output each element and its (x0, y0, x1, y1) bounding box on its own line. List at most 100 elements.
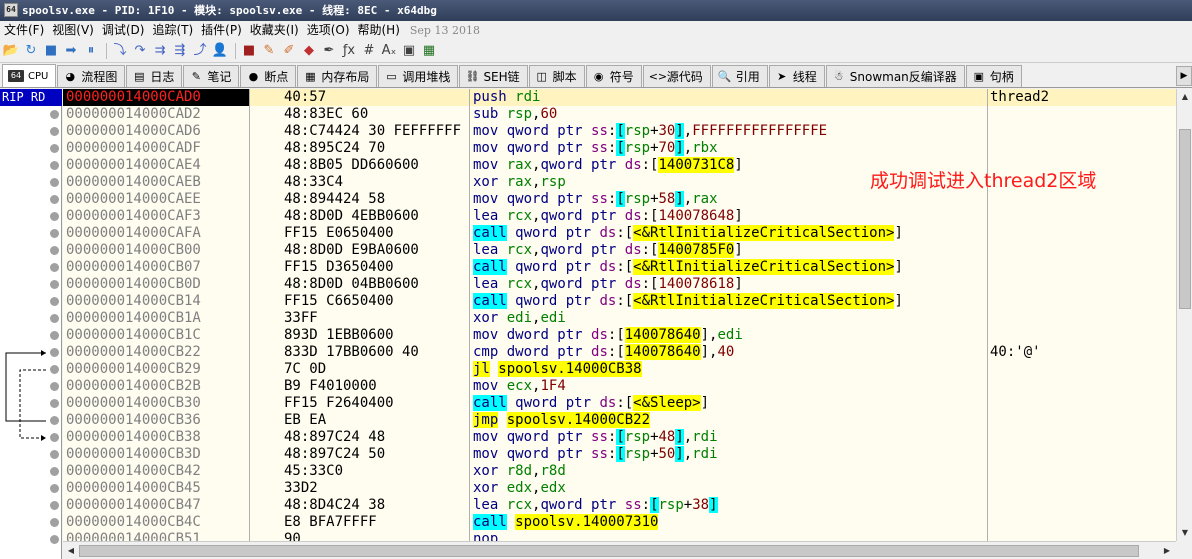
instruction-row[interactable]: 000000014000CB42 45:33C0 xor r8d,r8d (63, 463, 1176, 480)
tab-item[interactable]: ✎ 笔记 (183, 65, 240, 87)
bookmark-icon[interactable]: ◆ (300, 42, 318, 60)
scroll-up-arrow-icon[interactable]: ▲ (1178, 89, 1192, 104)
strings-icon[interactable]: # (360, 42, 378, 60)
globe-icon[interactable]: ▦ (420, 42, 438, 60)
menu-item[interactable]: 帮助(H) (354, 21, 404, 39)
breakpoint-toggle[interactable] (50, 348, 59, 357)
breakpoint-toggle[interactable] (50, 399, 59, 408)
instruction-row[interactable]: 000000014000CAD2 48:83EC 60 sub rsp,60 (63, 106, 1176, 123)
breakpoint-toggle[interactable] (50, 365, 59, 374)
instruction-row[interactable]: 000000014000CAD0 40:57 push rdi thread2 (63, 89, 1176, 106)
step-into-icon[interactable]: ⤵ (111, 42, 129, 60)
run-to-user-code-icon[interactable]: 👤 (211, 42, 229, 60)
label-icon[interactable]: ✐ (280, 42, 298, 60)
tab-item[interactable]: ◉ 符号 (585, 65, 642, 87)
vertical-scrollbar[interactable]: ▲ ▼ (1176, 89, 1192, 541)
instruction-row[interactable]: 000000014000CADF 48:895C24 70 mov qword pt… (63, 140, 1176, 157)
instruction-row[interactable]: 000000014000CB22 833D 17BB0600 40 cmp dwor… (63, 344, 1176, 361)
run-icon[interactable]: ➡ (62, 42, 80, 60)
instruction-row[interactable]: 000000014000CAD6 48:C74424 30 FEFFFFFF mov… (63, 123, 1176, 140)
tab-item[interactable]: 🔍 引用 (711, 65, 768, 87)
hash-icon[interactable]: ƒx (340, 42, 358, 60)
stop-icon[interactable]: ■ (42, 42, 60, 60)
breakpoint-toggle[interactable] (50, 127, 59, 136)
tab-item[interactable]: ☃ Snowman反编译器 (825, 65, 965, 87)
breakpoint-toggle[interactable] (50, 518, 59, 527)
breakpoint-toggle[interactable] (50, 382, 59, 391)
menu-item[interactable]: 调试(D) (98, 21, 149, 39)
scroll-down-arrow-icon[interactable]: ▼ (1178, 525, 1192, 540)
instruction-row[interactable]: 000000014000CAFA FF15 E0650400 call qword … (63, 225, 1176, 242)
instruction-row[interactable]: 000000014000CB38 48:897C24 48 mov qword pt… (63, 429, 1176, 446)
instruction-row[interactable]: 000000014000CB36 ˄EB EAjmp spoolsv.14000C… (63, 412, 1176, 429)
open-icon[interactable]: 📂 (2, 42, 20, 60)
tab-item[interactable]: ⛓ SEH链 (459, 65, 528, 87)
breakpoint-toggle[interactable] (50, 501, 59, 510)
script-icon[interactable]: ■ (240, 42, 258, 60)
instruction-row[interactable]: 000000014000CB00 48:8D0D E9BA0600 lea rcx,… (63, 242, 1176, 259)
tab-item[interactable]: ● 断点 (240, 65, 297, 87)
trace-over-icon[interactable]: ⇶ (171, 42, 189, 60)
breakpoint-toggle[interactable] (50, 467, 59, 476)
patch-icon[interactable]: Aₓ (380, 42, 398, 60)
step-over-icon[interactable]: ↷ (131, 42, 149, 60)
instruction-row[interactable]: 000000014000CB45 33D2 xor edx,edx (63, 480, 1176, 497)
breakpoint-toggle[interactable] (50, 229, 59, 238)
breakpoint-toggle[interactable] (50, 144, 59, 153)
execute-till-return-icon[interactable]: ⤴ (191, 42, 209, 60)
instruction-row[interactable]: 000000014000CB51 90 nop (63, 531, 1176, 541)
breakpoint-toggle[interactable] (50, 297, 59, 306)
tab-item[interactable]: ◫ 脚本 (528, 65, 585, 87)
instruction-row[interactable]: 000000014000CB14 FF15 C6650400 call qword … (63, 293, 1176, 310)
tab-item[interactable]: ▤ 日志 (126, 65, 183, 87)
instruction-row[interactable]: 000000014000CB1A 33FF xor edi,edi (63, 310, 1176, 327)
breakpoint-toggle[interactable] (50, 161, 59, 170)
menu-item[interactable]: 视图(V) (48, 21, 98, 39)
scroll-right-arrow-icon[interactable]: ▶ (1160, 544, 1174, 558)
breakpoint-toggle[interactable] (50, 212, 59, 221)
scroll-left-arrow-icon[interactable]: ◀ (64, 544, 78, 558)
comment-icon[interactable]: ✎ (260, 42, 278, 60)
instruction-row[interactable]: 000000014000CB1C 893D 1EBB0600 mov dword p… (63, 327, 1176, 344)
tab-item[interactable]: ▦ 内存布局 (297, 65, 378, 87)
breakpoint-toggle[interactable] (50, 195, 59, 204)
menu-item[interactable]: 收藏夹(I) (246, 21, 303, 39)
breakpoint-toggle[interactable] (50, 535, 59, 544)
instruction-row[interactable]: 000000014000CB4C E8 BFA7FFFF call spoolsv.… (63, 514, 1176, 531)
breakpoint-toggle[interactable] (50, 433, 59, 442)
instruction-row[interactable]: 000000014000CB47 48:8D4C24 38 lea rcx,qwor… (63, 497, 1176, 514)
instruction-row[interactable]: 000000014000CB2B B9 F4010000 mov ecx,1F4 (63, 378, 1176, 395)
horizontal-scrollbar[interactable]: ◀ ▶ (63, 541, 1176, 559)
tab-item[interactable]: ◕ 流程图 (57, 65, 126, 87)
instruction-row[interactable]: 000000014000CAEE 48:894424 58 mov qword pt… (63, 191, 1176, 208)
menu-item[interactable]: 文件(F) (0, 21, 48, 39)
tab-scroll-right-button[interactable]: ▶ (1176, 66, 1192, 86)
tab-item[interactable]: ▣ 句柄 (965, 65, 1022, 87)
instruction-row[interactable]: 000000014000CB29 ˅7C 0Djl spoolsv.14000CB… (63, 361, 1176, 378)
breakpoint-toggle[interactable] (50, 416, 59, 425)
breakpoint-toggle[interactable] (50, 314, 59, 323)
function-icon[interactable]: ✒ (320, 42, 338, 60)
horizontal-scroll-thumb[interactable] (79, 545, 1139, 557)
instruction-row[interactable]: 000000014000CB3D 48:897C24 50 mov qword pt… (63, 446, 1176, 463)
tab-item[interactable]: ▭ 调用堆栈 (378, 65, 459, 87)
breakpoint-toggle[interactable] (50, 331, 59, 340)
breakpoint-toggle[interactable] (50, 263, 59, 272)
instruction-row[interactable]: 000000014000CB07 FF15 D3650400 call qword … (63, 259, 1176, 276)
breakpoint-toggle[interactable] (50, 484, 59, 493)
tab-item[interactable]: ➤ 线程 (768, 65, 825, 87)
menu-item[interactable]: 选项(O) (303, 21, 354, 39)
trace-into-icon[interactable]: ⇉ (151, 42, 169, 60)
disassembly-view[interactable]: 000000014000CAD0 40:57 push rdi thread2 0000… (63, 89, 1176, 541)
instruction-row[interactable]: 000000014000CAF3 48:8D0D 4EBB0600 lea rcx,… (63, 208, 1176, 225)
pause-icon[interactable]: ⏸ (82, 42, 100, 60)
tab-item[interactable]: <> 源代码 (642, 65, 711, 87)
breakpoint-toggle[interactable] (50, 246, 59, 255)
calculator-icon[interactable]: ▣ (400, 42, 418, 60)
breakpoint-toggle[interactable] (50, 280, 59, 289)
breakpoint-toggle[interactable] (50, 110, 59, 119)
tab-cpu[interactable]: 64 CPU (2, 64, 57, 87)
menu-item[interactable]: 插件(P) (197, 21, 246, 39)
instruction-row[interactable]: 000000014000CB0D 48:8D0D 04BB0600 lea rcx,… (63, 276, 1176, 293)
breakpoint-toggle[interactable] (50, 178, 59, 187)
